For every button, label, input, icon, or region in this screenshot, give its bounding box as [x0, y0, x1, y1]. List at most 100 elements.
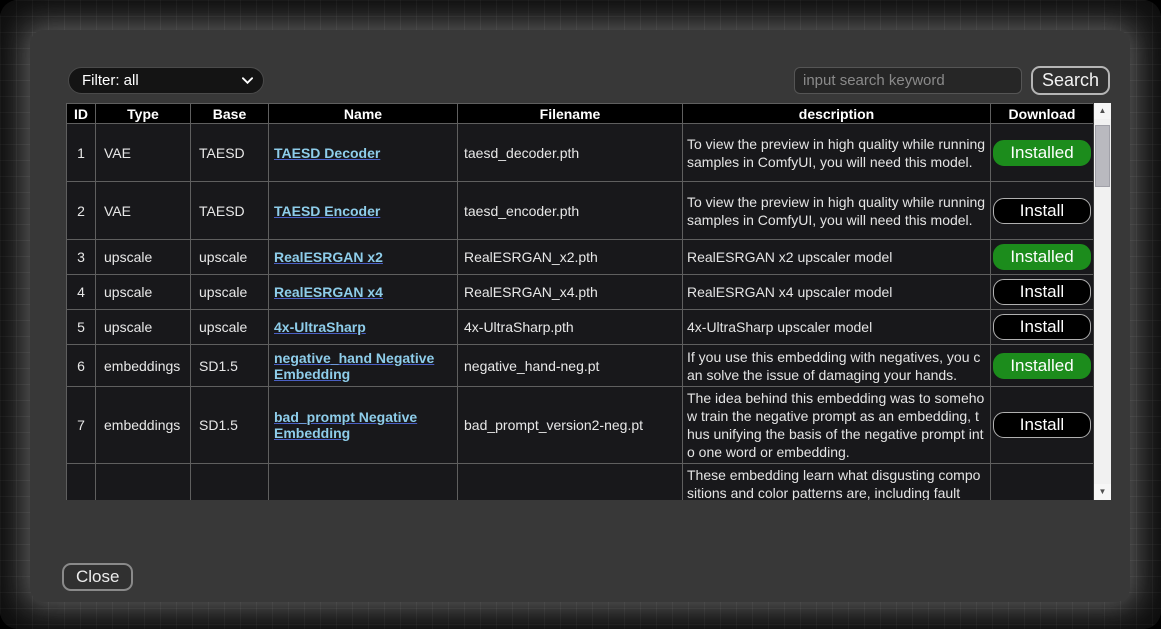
chevron-down-icon [242, 77, 253, 84]
column-header: Filename [458, 104, 683, 124]
scroll-up-icon[interactable]: ▲ [1094, 103, 1111, 119]
model-link[interactable]: negative_hand Negative Embedding [274, 350, 434, 382]
model-id-cell: 5 [67, 310, 96, 345]
model-filename-cell: 4x-UltraSharp.pth [458, 310, 683, 345]
model-base-cell: SD1.5 [191, 345, 269, 387]
app-canvas: Filter: all Search IDTypeBaseNameFilenam… [0, 0, 1161, 629]
model-name-cell: 4x-UltraSharp [269, 310, 458, 345]
close-button[interactable]: Close [62, 563, 133, 591]
model-name-cell: bad_prompt Negative Embedding [269, 387, 458, 464]
download-cell: Installed [991, 240, 1094, 275]
model-link[interactable]: 4x-UltraSharp [274, 319, 366, 335]
model-filename-cell: RealESRGAN_x2.pth [458, 240, 683, 275]
model-type-cell: embeddings [96, 387, 191, 464]
download-cell [991, 464, 1094, 501]
model-type-cell: upscale [96, 310, 191, 345]
model-type-cell: upscale [96, 240, 191, 275]
table-row: 2VAETAESD TAESD Encoder taesd_encoder.pthT… [67, 182, 1094, 240]
table-row: 5upscaleupscale4x-UltraSharp4x-UltraShar… [67, 310, 1094, 345]
model-name-cell: TAESD Encoder [269, 182, 458, 240]
model-base-cell: TAESD [191, 182, 269, 240]
model-type-cell: upscale [96, 275, 191, 310]
scroll-down-icon[interactable]: ▼ [1094, 484, 1111, 500]
installed-button[interactable]: Installed [993, 353, 1091, 379]
column-header: description [683, 104, 991, 124]
scrollbar-thumb[interactable] [1095, 125, 1110, 187]
model-filename-cell [458, 464, 683, 501]
model-link[interactable]: TAESD Encoder [274, 203, 380, 219]
model-id-cell: 7 [67, 387, 96, 464]
table-header-row: IDTypeBaseNameFilenamedescriptionDownloa… [67, 104, 1094, 124]
model-id-cell: 4 [67, 275, 96, 310]
model-id-cell: 6 [67, 345, 96, 387]
column-header: Base [191, 104, 269, 124]
column-header: ID [67, 104, 96, 124]
model-name-cell: RealESRGAN x4 [269, 275, 458, 310]
download-cell: Install [991, 387, 1094, 464]
model-description-cell: These embedding learn what disgusting co… [683, 464, 991, 501]
model-id-cell: 3 [67, 240, 96, 275]
model-type-cell [96, 464, 191, 501]
model-description-cell: The idea behind this embedding was to so… [683, 387, 991, 464]
model-description-cell: To view the preview in high quality whil… [683, 124, 991, 182]
model-link[interactable]: RealESRGAN x4 [274, 284, 383, 300]
model-link[interactable]: TAESD Decoder [274, 145, 380, 161]
table-row: 1VAETAESD TAESD Decoder taesd_decoder.pthT… [67, 124, 1094, 182]
model-filename-cell: RealESRGAN_x4.pth [458, 275, 683, 310]
model-name-cell [269, 464, 458, 501]
column-header: Type [96, 104, 191, 124]
models-table-container: IDTypeBaseNameFilenamedescriptionDownloa… [66, 103, 1093, 500]
model-base-cell: SD1.5 [191, 387, 269, 464]
model-link[interactable]: bad_prompt Negative Embedding [274, 409, 417, 441]
filter-selected-value: Filter: all [82, 72, 242, 89]
filter-dropdown[interactable]: Filter: all [68, 67, 264, 94]
model-base-cell [191, 464, 269, 501]
download-cell: Install [991, 275, 1094, 310]
model-filename-cell: bad_prompt_version2-neg.pt [458, 387, 683, 464]
model-name-cell: negative_hand Negative Embedding [269, 345, 458, 387]
models-table: IDTypeBaseNameFilenamedescriptionDownloa… [66, 103, 1093, 500]
column-header: Name [269, 104, 458, 124]
model-description-cell: If you use this embedding with negatives… [683, 345, 991, 387]
model-base-cell: upscale [191, 310, 269, 345]
model-base-cell: upscale [191, 275, 269, 310]
download-cell: Installed [991, 345, 1094, 387]
table-row: 7embeddingsSD1.5bad_prompt Negative Embe… [67, 387, 1094, 464]
install-models-dialog: Filter: all Search IDTypeBaseNameFilenam… [30, 30, 1130, 602]
model-id-cell: 2 [67, 182, 96, 240]
table-row: 4upscaleupscaleRealESRGAN x4RealESRGAN_x… [67, 275, 1094, 310]
search-input[interactable] [794, 67, 1022, 94]
search-button[interactable]: Search [1031, 66, 1110, 95]
installed-button[interactable]: Installed [993, 244, 1091, 270]
model-description-cell: To view the preview in high quality whil… [683, 182, 991, 240]
download-cell: Install [991, 182, 1094, 240]
table-row: 6embeddingsSD1.5negative_hand Negative E… [67, 345, 1094, 387]
model-base-cell: TAESD [191, 124, 269, 182]
installed-button[interactable]: Installed [993, 140, 1091, 166]
model-name-cell: RealESRGAN x2 [269, 240, 458, 275]
install-button[interactable]: Install [993, 198, 1091, 224]
download-cell: Install [991, 310, 1094, 345]
model-type-cell: embeddings [96, 345, 191, 387]
install-button[interactable]: Install [993, 314, 1091, 340]
model-name-cell: TAESD Decoder [269, 124, 458, 182]
model-description-cell: RealESRGAN x2 upscaler model [683, 240, 991, 275]
install-button[interactable]: Install [993, 412, 1091, 438]
model-table-body: 1VAETAESDTAESD Decodertaesd_decoder.pthT… [67, 124, 1094, 501]
model-description-cell: 4x-UltraSharp upscaler model [683, 310, 991, 345]
install-button[interactable]: Install [993, 279, 1091, 305]
model-filename-cell: negative_hand-neg.pt [458, 345, 683, 387]
model-id-cell: 1 [67, 124, 96, 182]
table-row: These embedding learn what disgusting co… [67, 464, 1094, 501]
model-type-cell: VAE [96, 124, 191, 182]
model-id-cell [67, 464, 96, 501]
column-header: Download [991, 104, 1094, 124]
model-link[interactable]: RealESRGAN x2 [274, 249, 383, 265]
model-base-cell: upscale [191, 240, 269, 275]
table-scrollbar[interactable]: ▲ ▼ [1094, 103, 1111, 500]
model-filename-cell: taesd_decoder.pth [458, 124, 683, 182]
model-filename-cell: taesd_encoder.pth [458, 182, 683, 240]
model-description-cell: RealESRGAN x4 upscaler model [683, 275, 991, 310]
table-row: 3upscaleupscaleRealESRGAN x2RealESRGAN_x… [67, 240, 1094, 275]
model-type-cell: VAE [96, 182, 191, 240]
